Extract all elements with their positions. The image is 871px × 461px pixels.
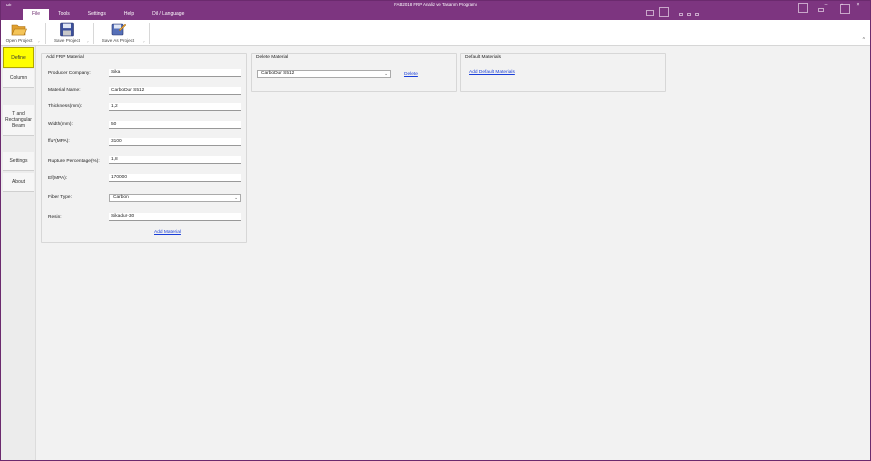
tab-language[interactable]: Dil / Language — [143, 9, 193, 20]
tab-settings[interactable]: Settings — [79, 9, 115, 20]
sidebar-item-settings[interactable]: Settings — [3, 152, 34, 171]
ribbon-separator — [93, 23, 94, 44]
material-name-field[interactable]: CarboDur S512 — [109, 87, 241, 95]
add-material-link[interactable]: Add Material — [154, 230, 181, 235]
save-project-button[interactable]: Save Project — [49, 21, 85, 45]
ribbon-separator — [45, 23, 46, 44]
add-frp-material-group: Add FRP Material Producer Company: Sika … — [41, 53, 247, 243]
add-frp-material-title: Add FRP Material — [46, 55, 84, 60]
sidebar-item-column[interactable]: Column — [3, 69, 34, 88]
sidebar-item-define[interactable]: Define — [3, 47, 34, 68]
thickness-field[interactable]: 1,2 — [109, 103, 241, 111]
group-launcher-icon[interactable]: ⌐ — [38, 40, 40, 44]
ef-label: Ef(MPA): — [48, 176, 68, 181]
producer-company-field[interactable]: Sika — [109, 69, 241, 77]
ef-field[interactable]: 170000 — [109, 174, 241, 182]
delete-material-title: Delete Material — [256, 55, 289, 60]
save-as-icon — [111, 23, 126, 36]
fiber-type-value: Carbon — [113, 195, 129, 200]
default-materials-group: Default Materials Add Default Materials — [460, 53, 666, 92]
ffu-label: ffu*(MPA): — [48, 139, 70, 144]
minimize-icon[interactable]: – — [822, 2, 830, 8]
open-project-label: Open Project — [5, 38, 33, 43]
delete-link[interactable]: Delete — [404, 72, 418, 77]
rupture-percentage-label: Rupture Percentage(%): — [48, 159, 100, 164]
folder-open-icon — [11, 24, 27, 36]
save-icon — [60, 22, 74, 37]
width-label: Width(mm): — [48, 122, 73, 127]
ribbon-tabs: File Tools Settings Help Dil / Language — [23, 9, 193, 20]
ribbon-separator — [149, 23, 150, 44]
delete-material-group: Delete Material CarboDur S512 ⌄ Delete — [251, 53, 457, 92]
resin-field[interactable]: Sikadur-30 — [109, 213, 241, 221]
save-as-project-button[interactable]: Save As Project — [97, 21, 139, 45]
default-materials-title: Default Materials — [465, 55, 501, 60]
layout-icon[interactable] — [695, 13, 699, 16]
width-field[interactable]: 50 — [109, 121, 241, 129]
chevron-down-icon: ⌄ — [384, 71, 388, 76]
group-launcher-icon[interactable]: ⌐ — [87, 40, 89, 44]
fiber-type-label: Fiber Type: — [48, 195, 72, 200]
layout-icon[interactable] — [798, 3, 808, 13]
layout-icon[interactable] — [687, 13, 691, 16]
title-bar: ωb FAB2018 FRP Analiz ve Tasarım Program… — [1, 1, 870, 20]
layout-icon[interactable] — [679, 13, 683, 16]
window-controls: – ▫ × — [822, 2, 862, 8]
layout-icon[interactable] — [646, 10, 654, 16]
chevron-down-icon: ⌄ — [234, 195, 238, 200]
ffu-field[interactable]: 3100 — [109, 138, 241, 146]
layout-controls — [646, 3, 851, 19]
sidebar-item-t-and-rectangular-beam[interactable]: T and Rectangular Beam — [3, 105, 34, 136]
sidebar-item-about[interactable]: About — [3, 173, 34, 192]
layout-icon[interactable] — [818, 8, 824, 12]
fiber-type-select[interactable]: Carbon ⌄ — [109, 194, 241, 202]
tab-tools[interactable]: Tools — [49, 9, 79, 20]
material-name-label: Material Name: — [48, 88, 81, 93]
rupture-percentage-field[interactable]: 1,8 — [109, 156, 241, 164]
delete-material-value: CarboDur S512 — [261, 71, 295, 76]
collapse-ribbon-icon[interactable]: ^ — [863, 37, 865, 43]
maximize-icon[interactable]: ▫ — [838, 2, 846, 8]
open-project-button[interactable]: Open Project — [3, 21, 35, 45]
producer-company-label: Producer Company: — [48, 71, 91, 76]
ribbon-bar: Open Project ⌐ Save Project ⌐ Save As Pr… — [1, 20, 870, 46]
app-window: ωb FAB2018 FRP Analiz ve Tasarım Program… — [0, 0, 871, 461]
save-project-label: Save Project — [53, 38, 81, 43]
thickness-label: Thickness(mm): — [48, 104, 83, 109]
tab-help[interactable]: Help — [115, 9, 143, 20]
layout-icon[interactable] — [659, 7, 669, 17]
add-default-materials-link[interactable]: Add Default Materials — [469, 70, 515, 75]
save-as-project-label: Save As Project — [101, 38, 135, 43]
group-launcher-icon[interactable]: ⌐ — [143, 40, 145, 44]
sidebar: Define Column T and Rectangular Beam Set… — [1, 46, 36, 460]
tab-file[interactable]: File — [23, 9, 50, 20]
delete-material-select[interactable]: CarboDur S512 ⌄ — [257, 70, 391, 78]
close-icon[interactable]: × — [854, 2, 862, 8]
resin-label: Resin: — [48, 215, 62, 220]
